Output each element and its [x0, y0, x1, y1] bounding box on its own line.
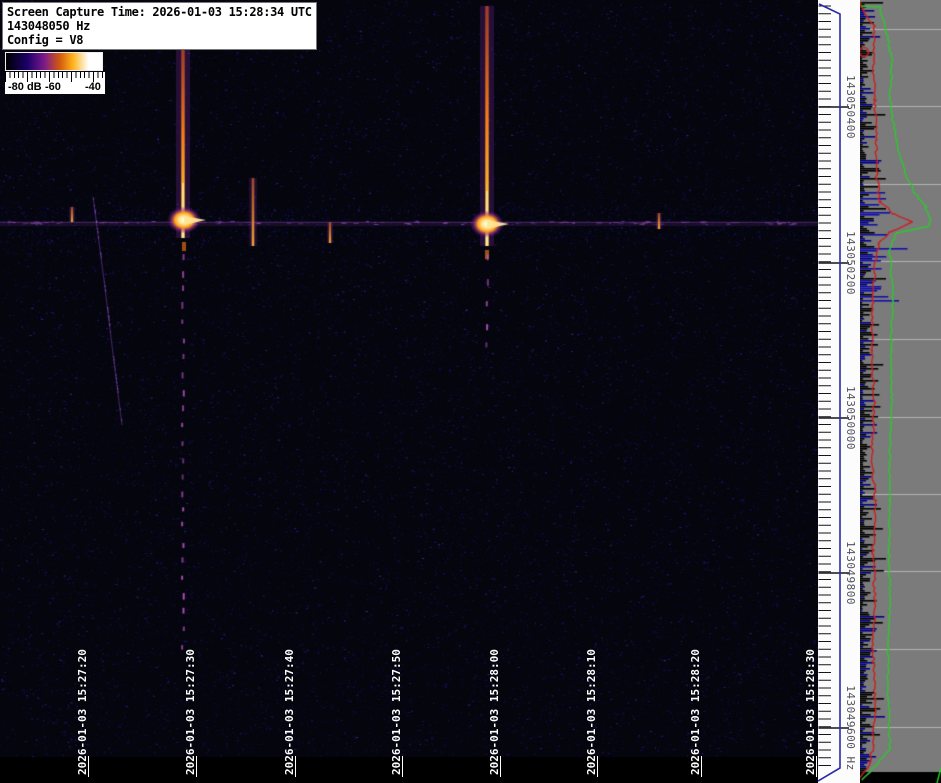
frequency-axis-label: 143050400 — [844, 74, 857, 140]
frequency-axis-panel: 143050400 143050200 143050000 143049800 1430… — [818, 0, 860, 783]
config-text: Config = V8 — [7, 33, 84, 47]
time-axis-tick — [402, 756, 403, 777]
colorbar-ruler: -80 dB -60 -40 — [5, 72, 105, 94]
time-axis-tick — [295, 756, 296, 777]
time-axis-tick — [196, 756, 197, 777]
intensity-colorbar: -80 dB -60 -40 — [5, 52, 105, 94]
colorbar-label: -40 — [85, 81, 101, 93]
colorbar-label: -80 dB — [8, 81, 42, 93]
spectrum-side-panel — [860, 0, 941, 783]
frequency-axis-label: 143049800 — [844, 540, 857, 606]
frequency-axis-label: 143049600 Hz — [844, 685, 857, 771]
center-frequency-text: 143048050 Hz — [7, 19, 91, 33]
capture-time-text: Screen Capture Time: 2026-01-03 15:28:34… — [7, 5, 312, 19]
colorbar-gradient — [5, 52, 103, 71]
colorbar-label: -60 — [45, 81, 61, 93]
frequency-axis-label: 143050000 — [844, 385, 857, 451]
time-axis-tick — [500, 756, 501, 777]
capture-info-box: Screen Capture Time: 2026-01-03 15:28:34… — [2, 2, 317, 50]
time-axis-tick — [597, 756, 598, 777]
frequency-axis-label: 143050200 — [844, 230, 857, 296]
time-axis-tick — [701, 756, 702, 777]
time-axis-tick — [816, 756, 817, 777]
time-axis-tick — [88, 756, 89, 777]
